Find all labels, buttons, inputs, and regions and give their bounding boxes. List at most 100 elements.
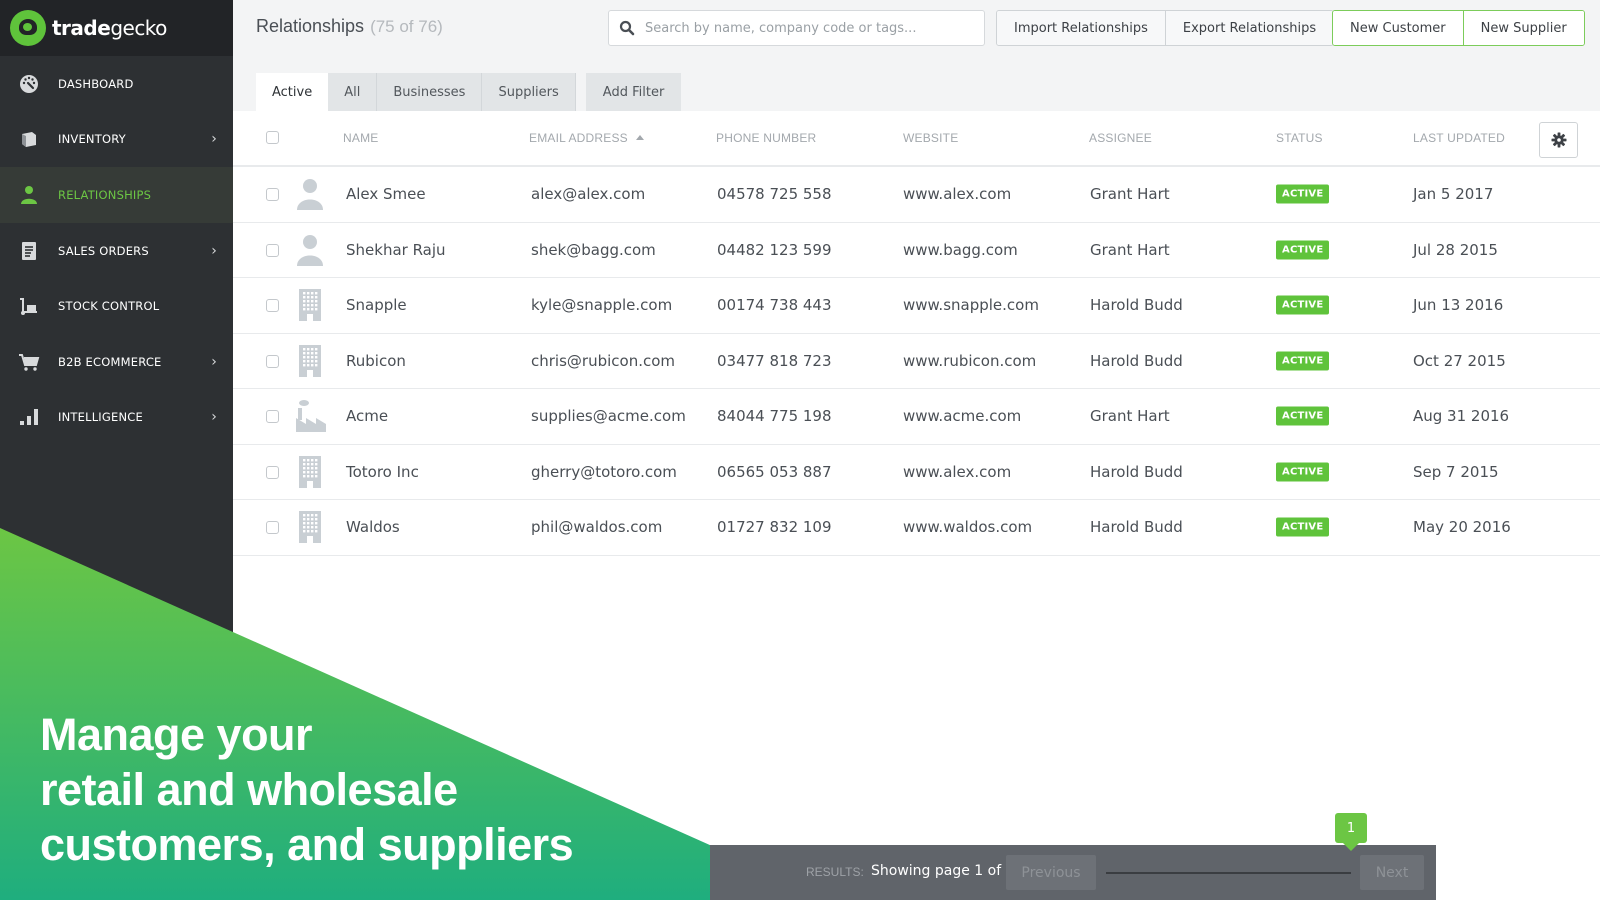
row-checkbox[interactable] — [266, 299, 279, 312]
cell-assignee: Harold Budd — [1090, 518, 1183, 537]
hand-truck-icon — [18, 296, 40, 316]
status-badge: ACTIVE — [1276, 406, 1330, 426]
column-header-last-updated[interactable]: LAST UPDATED — [1413, 131, 1505, 145]
chevron-right-icon: › — [211, 242, 217, 259]
column-header-email[interactable]: EMAIL ADDRESS — [529, 131, 644, 145]
cell-email[interactable]: gherry@totoro.com — [531, 463, 677, 481]
row-checkbox[interactable] — [266, 243, 279, 257]
cell-name[interactable]: Alex Smee — [346, 185, 426, 203]
select-all-checkbox[interactable] — [266, 131, 279, 144]
sidebar-item-b2b-ecommerce[interactable]: B2B ECOMMERCE › — [0, 334, 233, 390]
cell-name[interactable]: Waldos — [346, 518, 400, 536]
cell-website[interactable]: www.rubicon.com — [903, 352, 1036, 370]
table-row[interactable]: Acme supplies@acme.com 84044 775 198 www.ac… — [233, 389, 1600, 445]
logo[interactable]: tradegecko — [0, 0, 233, 56]
tab-businesses[interactable]: Businesses — [377, 73, 483, 111]
search-box[interactable] — [608, 10, 985, 46]
building-avatar-icon — [295, 343, 325, 379]
cell-email[interactable]: kyle@snapple.com — [531, 296, 672, 314]
row-checkbox[interactable] — [266, 354, 279, 368]
sidebar-item-label: SALES ORDERS — [58, 243, 149, 258]
sidebar-item-label: RELATIONSHIPS — [58, 187, 152, 202]
table-settings-button[interactable] — [1539, 122, 1578, 158]
cell-email[interactable]: alex@alex.com — [531, 185, 645, 203]
row-checkbox[interactable] — [266, 521, 279, 534]
row-checkbox[interactable] — [266, 465, 279, 479]
table-row[interactable]: Alex Smee alex@alex.com 04578 725 558 www.a… — [233, 167, 1600, 223]
cell-email[interactable]: chris@rubicon.com — [531, 352, 675, 370]
gecko-logo-icon — [10, 10, 46, 46]
column-header-name[interactable]: NAME — [343, 131, 378, 145]
tab-suppliers[interactable]: Suppliers — [482, 73, 576, 111]
cart-icon — [18, 352, 40, 372]
cell-name[interactable]: Snapple — [346, 296, 407, 314]
next-page-button[interactable]: Next — [1360, 855, 1424, 890]
table-body: Alex Smee alex@alex.com 04578 725 558 www.a… — [233, 167, 1600, 556]
previous-page-button[interactable]: Previous — [1006, 855, 1096, 890]
export-relationships-button[interactable]: Export Relationships — [1164, 11, 1334, 45]
table-row[interactable]: Waldos phil@waldos.com 01727 832 109 www.wa… — [233, 500, 1600, 556]
status-badge: ACTIVE — [1276, 295, 1330, 315]
cell-last-updated: Jun 13 2016 — [1413, 296, 1504, 315]
cell-phone: 04578 725 558 — [717, 185, 832, 204]
cell-website[interactable]: www.waldos.com — [903, 518, 1032, 536]
cell-website[interactable]: www.snapple.com — [903, 296, 1039, 314]
cell-email[interactable]: phil@waldos.com — [531, 518, 662, 536]
gear-icon — [1551, 132, 1566, 148]
cell-last-updated: Sep 7 2015 — [1413, 462, 1499, 481]
column-header-status[interactable]: STATUS — [1276, 131, 1323, 145]
cell-email[interactable]: supplies@acme.com — [531, 407, 686, 425]
cell-last-updated: May 20 2016 — [1413, 518, 1511, 537]
sidebar-item-sales-orders[interactable]: SALES ORDERS › — [0, 223, 233, 279]
cell-email[interactable]: shek@bagg.com — [531, 241, 656, 259]
import-relationships-button[interactable]: Import Relationships — [997, 11, 1165, 45]
dashboard-gauge-icon — [18, 74, 40, 94]
new-customer-button[interactable]: New Customer — [1333, 11, 1463, 45]
table-row[interactable]: Snapple kyle@snapple.com 00174 738 443 www.… — [233, 278, 1600, 334]
sidebar-item-label: INVENTORY — [58, 132, 126, 147]
cell-last-updated: Oct 27 2015 — [1413, 351, 1506, 370]
page-slider-track[interactable] — [1106, 872, 1351, 874]
tab-all[interactable]: All — [328, 73, 378, 111]
chevron-right-icon: › — [211, 409, 217, 426]
row-checkbox[interactable] — [266, 410, 279, 423]
search-input[interactable] — [645, 20, 965, 36]
promo-headline: Manage your retail and wholesale custome… — [40, 707, 574, 872]
cell-name[interactable]: Acme — [346, 407, 388, 425]
cell-website[interactable]: www.alex.com — [903, 185, 1011, 203]
sidebar-item-stock-control[interactable]: STOCK CONTROL — [0, 278, 233, 334]
bar-chart-icon — [18, 407, 40, 427]
building-avatar-icon — [295, 454, 325, 490]
cell-last-updated: Aug 31 2016 — [1413, 407, 1510, 426]
table-row[interactable]: Totoro Inc gherry@totoro.com 06565 053 887… — [233, 445, 1600, 500]
sidebar-item-dashboard[interactable]: DASHBOARD — [0, 56, 233, 112]
record-count: (75 of 76) — [370, 17, 443, 36]
chevron-right-icon: › — [211, 353, 217, 370]
column-header-assignee[interactable]: ASSIGNEE — [1089, 131, 1152, 145]
table-row[interactable]: Shekhar Raju shek@bagg.com 04482 123 599 ww… — [233, 223, 1600, 278]
table-row[interactable]: Rubicon chris@rubicon.com 03477 818 723 www… — [233, 334, 1600, 389]
cell-name[interactable]: Shekhar Raju — [346, 241, 446, 259]
cell-website[interactable]: www.acme.com — [903, 407, 1021, 425]
cell-website[interactable]: www.alex.com — [903, 463, 1011, 481]
page-slider-handle[interactable]: 1 — [1335, 813, 1367, 851]
cell-website[interactable]: www.bagg.com — [903, 241, 1018, 259]
import-export-group: Import Relationships Export Relationship… — [996, 10, 1335, 46]
sidebar-item-inventory[interactable]: INVENTORY › — [0, 112, 233, 168]
sidebar-item-relationships[interactable]: RELATIONSHIPS — [0, 167, 233, 223]
column-header-website[interactable]: WEBSITE — [903, 131, 958, 145]
cell-phone: 06565 053 887 — [717, 462, 832, 481]
sidebar-item-intelligence[interactable]: INTELLIGENCE › — [0, 390, 233, 446]
status-badge: ACTIVE — [1276, 517, 1330, 537]
promo-line: retail and wholesale — [40, 764, 458, 815]
add-filter-button[interactable]: Add Filter — [585, 73, 682, 111]
new-supplier-button[interactable]: New Supplier — [1462, 11, 1584, 45]
document-icon — [18, 241, 40, 261]
tab-active[interactable]: Active — [256, 73, 329, 111]
cell-name[interactable]: Totoro Inc — [346, 463, 419, 481]
column-header-phone[interactable]: PHONE NUMBER — [716, 131, 816, 145]
person-icon — [18, 185, 40, 205]
box-icon — [18, 129, 40, 149]
row-checkbox[interactable] — [266, 188, 279, 201]
cell-name[interactable]: Rubicon — [346, 352, 406, 370]
